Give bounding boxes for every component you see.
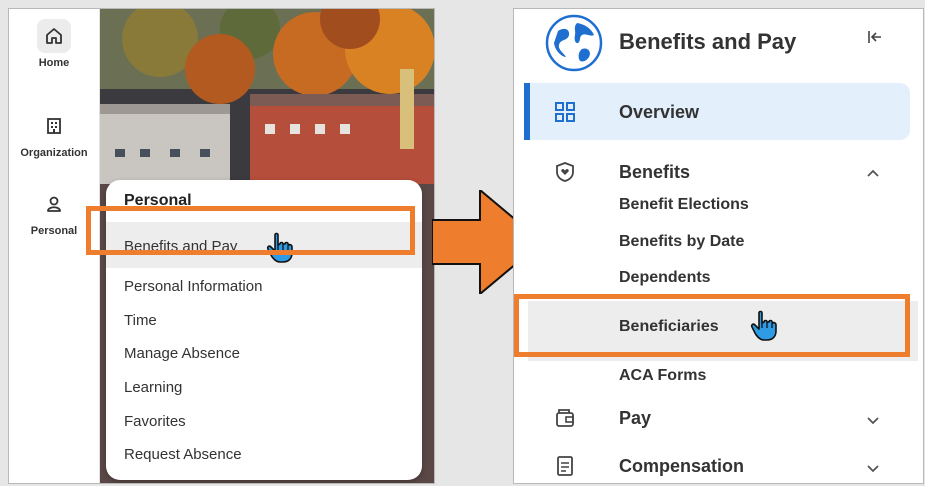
globe-icon (544, 13, 604, 78)
nav-benefit-elections[interactable]: Benefit Elections (619, 196, 749, 214)
nav-benefits-by-date[interactable]: Benefits by Date (619, 233, 744, 251)
selected-indicator (524, 83, 530, 140)
right-screenshot-panel: Benefits and Pay Overview Benefits Benef… (513, 8, 924, 484)
menu-item-learning[interactable]: Learning (124, 379, 182, 396)
dashboard-grid-icon (554, 101, 576, 123)
person-icon (37, 187, 71, 221)
nav-aca-forms[interactable]: ACA Forms (619, 367, 706, 385)
app-title: Benefits and Pay (619, 29, 797, 54)
chevron-down-icon-2[interactable] (866, 461, 880, 475)
menu-item-personal-information[interactable]: Personal Information (124, 278, 262, 295)
menu-item-manage-absence[interactable]: Manage Absence (124, 345, 240, 362)
document-icon (554, 455, 576, 477)
rail-item-home[interactable]: Home (9, 19, 99, 69)
wallet-icon (554, 407, 576, 429)
nav-compensation[interactable]: Compensation (619, 456, 744, 477)
rail-item-organization[interactable]: Organization (9, 109, 99, 159)
rail-label-personal: Personal (30, 225, 78, 237)
nav-dependents[interactable]: Dependents (619, 269, 711, 287)
shield-heart-icon (554, 161, 576, 183)
chevron-down-icon[interactable] (866, 413, 880, 427)
rail-label-home: Home (38, 57, 70, 69)
home-icon (37, 19, 71, 53)
menu-item-favorites[interactable]: Favorites (124, 413, 186, 430)
highlight-box-beneficiaries (514, 294, 910, 357)
menu-item-time[interactable]: Time (124, 312, 157, 329)
left-screenshot-panel: Home Organization Personal Personal Bene… (8, 8, 435, 484)
menu-item-request-absence[interactable]: Request Absence (124, 446, 242, 463)
highlight-box-benefits-and-pay (86, 206, 415, 255)
building-icon (37, 109, 71, 143)
rail-label-organization: Organization (20, 147, 88, 159)
chevron-up-icon[interactable] (866, 166, 880, 180)
collapse-panel-icon[interactable] (867, 29, 883, 50)
overview-selected-row (524, 83, 910, 140)
nav-pay[interactable]: Pay (619, 408, 651, 429)
nav-overview[interactable]: Overview (619, 102, 699, 123)
nav-benefits[interactable]: Benefits (619, 162, 690, 183)
